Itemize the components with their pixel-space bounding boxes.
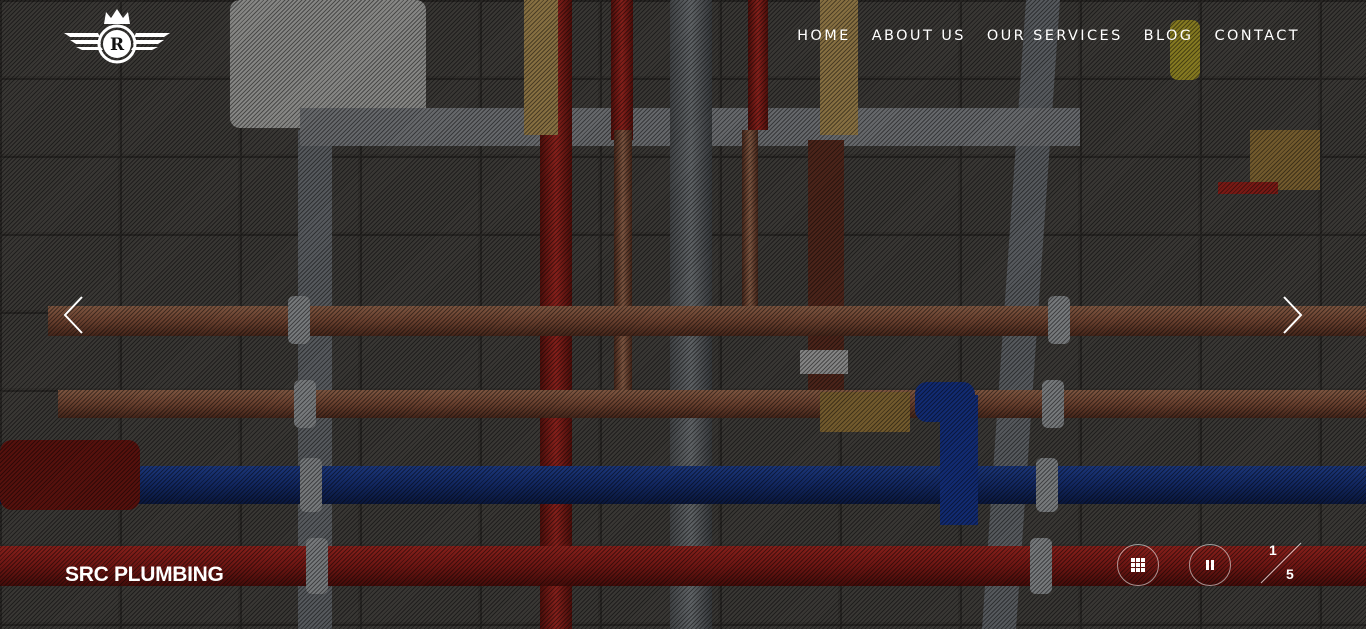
slider-next-button[interactable] xyxy=(1278,294,1306,336)
slide-current: 1 xyxy=(1269,542,1277,558)
slider-pause-button[interactable] xyxy=(1189,544,1231,586)
hero-slider xyxy=(0,0,1366,629)
hero-background-image xyxy=(0,0,1366,629)
chevron-right-icon xyxy=(1283,296,1303,334)
nav-blog[interactable]: BLOG xyxy=(1144,26,1194,46)
slider-grid-button[interactable] xyxy=(1117,544,1159,586)
nav-our-services[interactable]: OUR SERVICES xyxy=(987,26,1123,46)
slide-caption: SRC PLUMBING xyxy=(65,563,224,586)
logo-letter: R xyxy=(110,35,125,55)
slide-counter: 1 5 xyxy=(1258,540,1304,586)
nav-contact[interactable]: CONTACT xyxy=(1214,26,1300,46)
nav-home[interactable]: HOME xyxy=(797,26,851,46)
pause-icon xyxy=(1206,560,1214,570)
slide-total: 5 xyxy=(1286,566,1294,582)
nav-about-us[interactable]: ABOUT US xyxy=(872,26,966,46)
grid-icon xyxy=(1131,558,1145,572)
counter-divider xyxy=(1260,542,1302,584)
chevron-left-icon xyxy=(63,296,83,334)
slider-prev-button[interactable] xyxy=(60,294,88,336)
brand-logo[interactable]: R xyxy=(62,6,172,68)
main-nav: HOME ABOUT US OUR SERVICES BLOG CONTACT xyxy=(797,26,1300,46)
